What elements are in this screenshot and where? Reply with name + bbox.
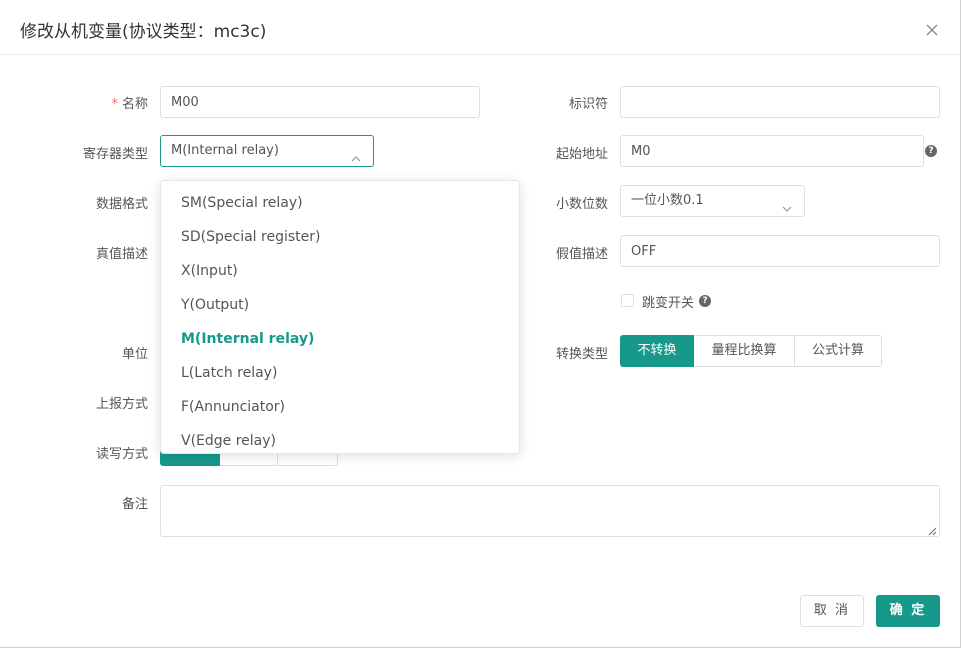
dropdown-option-sm[interactable]: SM(Special relay) <box>161 186 519 220</box>
decimal-places-value: 一位小数0.1 <box>631 193 704 208</box>
start-address-label: 起始地址 <box>555 147 608 162</box>
help-icon[interactable]: ? <box>699 295 711 307</box>
identifier-label: 标识符 <box>568 97 608 112</box>
required-mark: * <box>111 97 118 112</box>
dropdown-option-v[interactable]: V(Edge relay) <box>161 424 519 453</box>
chevron-up-icon <box>351 146 361 162</box>
dialog-title: 修改从机变量(协议类型：mc3c) <box>20 22 267 42</box>
dropdown-option-x[interactable]: X(Input) <box>161 254 519 288</box>
register-type-label: 寄存器类型 <box>82 147 148 162</box>
dropdown-option-f[interactable]: F(Annunciator) <box>161 390 519 424</box>
chevron-down-icon <box>782 196 792 212</box>
toggle-switch-checkbox[interactable] <box>621 294 634 307</box>
toggle-switch-label: 跳变开关 <box>642 296 695 311</box>
dropdown-option-sd[interactable]: SD(Special register) <box>161 220 519 254</box>
help-icon[interactable]: ? <box>925 145 937 157</box>
dropdown-option-l[interactable]: L(Latch relay) <box>161 356 519 390</box>
conversion-none-button[interactable]: 不转换 <box>620 335 694 367</box>
name-input[interactable] <box>160 86 480 118</box>
name-label-text: 名称 <box>121 97 148 112</box>
start-address-input[interactable] <box>620 135 924 167</box>
cancel-button[interactable]: 取 消 <box>800 595 864 627</box>
remark-label: 备注 <box>121 497 148 512</box>
unit-label: 单位 <box>121 347 148 362</box>
dropdown-list: SM(Special relay) SD(Special register) X… <box>161 186 519 453</box>
edit-variable-dialog: 修改从机变量(协议类型：mc3c) *名称 标识符 寄存器类型 M(Intern… <box>0 0 961 648</box>
dialog-header: 修改从机变量(协议类型：mc3c) <box>0 0 960 55</box>
name-label: * 名称 <box>8 93 148 112</box>
resize-handle-icon[interactable] <box>927 524 937 536</box>
rw-mode-label: 读写方式 <box>95 447 148 462</box>
register-type-select[interactable]: M(Internal relay) <box>160 135 374 167</box>
dropdown-option-y[interactable]: Y(Output) <box>161 288 519 322</box>
data-format-label: 数据格式 <box>95 197 148 212</box>
ok-button[interactable]: 确 定 <box>876 595 940 627</box>
conversion-range-button[interactable]: 量程比换算 <box>694 335 795 367</box>
true-desc-label: 真值描述 <box>95 247 148 262</box>
close-icon[interactable] <box>924 22 940 38</box>
decimal-places-select[interactable]: 一位小数0.1 <box>620 185 805 217</box>
conversion-formula-button[interactable]: 公式计算 <box>795 335 882 367</box>
register-type-dropdown: SM(Special relay) SD(Special register) X… <box>160 180 520 454</box>
identifier-input[interactable] <box>620 86 940 118</box>
report-mode-label: 上报方式 <box>95 397 148 412</box>
dropdown-option-m[interactable]: M(Internal relay) <box>161 322 519 356</box>
register-type-value: M(Internal relay) <box>171 143 279 158</box>
conversion-type-group: 不转换 量程比换算 公式计算 <box>620 335 882 367</box>
false-desc-input[interactable] <box>620 235 940 267</box>
remark-textarea[interactable] <box>160 485 940 537</box>
